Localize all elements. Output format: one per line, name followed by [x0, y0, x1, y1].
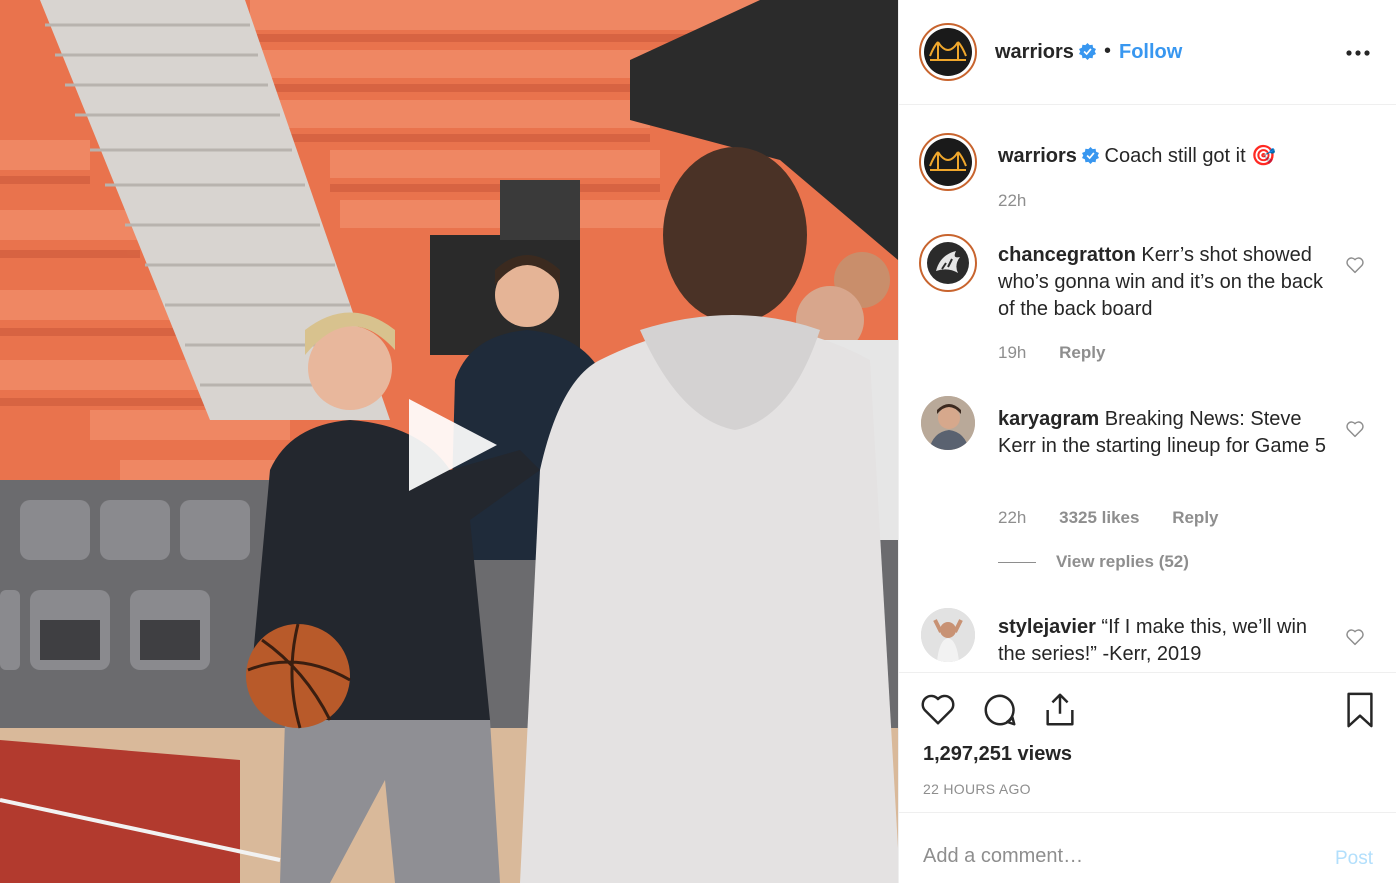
karyagram-avatar[interactable]: [921, 396, 975, 450]
reply-button[interactable]: Reply: [1172, 508, 1218, 527]
comment-body: stylejavier “If I make this, we’ll win t…: [998, 614, 1328, 668]
header-username[interactable]: warriors: [995, 41, 1096, 64]
comment-meta: 22h 3325 likes Reply: [998, 508, 1247, 528]
bridge-logo-icon: [926, 140, 970, 184]
views-count[interactable]: 1,297,251 views: [923, 743, 1072, 766]
warriors-avatar[interactable]: [919, 23, 977, 81]
share-icon[interactable]: [1041, 691, 1079, 729]
view-replies-button[interactable]: View replies (52): [998, 552, 1189, 572]
stylejavier-avatar[interactable]: [921, 608, 975, 662]
comment-username[interactable]: karyagram: [998, 408, 1099, 430]
separator-dot: •: [1104, 40, 1112, 62]
caption-avatar[interactable]: [919, 133, 977, 191]
caption-body: warriors Coach still got it 🎯: [998, 143, 1378, 170]
avatar-photo: [921, 608, 975, 662]
follow-button[interactable]: Follow: [1119, 41, 1182, 64]
post-timestamp[interactable]: 22 HOURS AGO: [923, 781, 1031, 797]
comment-time[interactable]: 19h: [998, 343, 1026, 362]
post-sidebar: warriors • Follow warriors Coach still g…: [898, 0, 1396, 883]
bookmark-icon[interactable]: [1341, 691, 1379, 729]
comment-input[interactable]: [923, 845, 1303, 868]
post-header: warriors • Follow: [899, 0, 1396, 105]
comment-body: karyagram Breaking News: Steve Kerr in t…: [998, 406, 1328, 460]
target-emoji-icon: 🎯: [1251, 145, 1277, 167]
caption-time[interactable]: 22h: [998, 191, 1026, 210]
chancegratton-avatar[interactable]: [919, 234, 977, 292]
avatar-photo: [921, 396, 975, 450]
heart-icon[interactable]: [919, 691, 957, 729]
comment-like-heart-icon[interactable]: [1345, 256, 1365, 274]
verified-badge-icon: [1081, 147, 1099, 164]
view-replies-label[interactable]: View replies (52): [1056, 552, 1189, 571]
comment-like-heart-icon[interactable]: [1345, 628, 1365, 646]
replies-divider-line: [998, 562, 1036, 564]
raptors-logo-icon: [927, 242, 969, 284]
comment-like-heart-icon[interactable]: [1345, 420, 1365, 438]
comment-username[interactable]: chancegratton: [998, 244, 1136, 266]
post-button[interactable]: Post: [1335, 848, 1373, 870]
play-icon[interactable]: [403, 395, 503, 495]
comment-likes[interactable]: 3325 likes: [1059, 508, 1139, 527]
post-actions: 1,297,251 views 22 HOURS AGO: [899, 672, 1396, 812]
more-options-icon[interactable]: [1339, 46, 1379, 60]
comments-list[interactable]: warriors Coach still got it 🎯 22h chance…: [899, 106, 1396, 672]
bridge-logo-icon: [926, 30, 970, 74]
comment-time[interactable]: 22h: [998, 508, 1026, 527]
comment-body: chancegratton Kerr’s shot showed who’s g…: [998, 242, 1328, 323]
post-media[interactable]: [0, 0, 898, 883]
caption-meta: 22h: [998, 191, 1054, 211]
comment-meta: 19h Reply: [998, 343, 1133, 363]
reply-button[interactable]: Reply: [1059, 343, 1105, 362]
caption-text: Coach still got it: [1104, 145, 1246, 167]
comment-composer: Post: [899, 812, 1396, 883]
comment-username[interactable]: stylejavier: [998, 616, 1096, 638]
caption-username[interactable]: warriors: [998, 145, 1077, 167]
verified-badge-icon: [1078, 43, 1096, 60]
comment-icon[interactable]: [981, 691, 1019, 729]
header-username-text[interactable]: warriors: [995, 41, 1074, 63]
